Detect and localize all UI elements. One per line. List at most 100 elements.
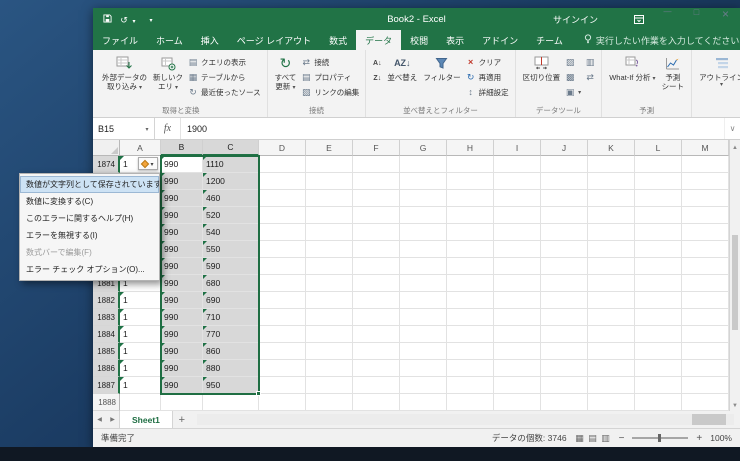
quick-access-caret-icon[interactable] xyxy=(146,15,156,24)
close-button[interactable] xyxy=(711,8,740,30)
formula-input[interactable]: 1900 xyxy=(181,118,724,139)
column-header-e[interactable]: E xyxy=(306,140,353,156)
recent-sources-button[interactable]: 最近使ったソース xyxy=(186,85,263,100)
name-box[interactable]: B15 xyxy=(93,118,155,139)
menu-item-convert-to-number[interactable]: 数値に変換する(C) xyxy=(20,193,159,210)
empty-cells[interactable] xyxy=(259,360,740,377)
empty-cells[interactable] xyxy=(259,241,740,258)
cell-c1884[interactable]: 770 xyxy=(203,326,259,343)
zoom-in-icon[interactable]: + xyxy=(696,433,702,444)
empty-cells[interactable] xyxy=(259,377,740,394)
advanced-button[interactable]: 詳細設定 xyxy=(464,85,511,100)
cell-c1877[interactable]: 520 xyxy=(203,207,259,224)
cell-c1886[interactable]: 880 xyxy=(203,360,259,377)
cell-a1884[interactable]: 1 xyxy=(120,326,161,343)
column-header-l[interactable]: L xyxy=(635,140,682,156)
cell-c1885[interactable]: 860 xyxy=(203,343,259,360)
empty-cells[interactable] xyxy=(259,224,740,241)
sheet-next-icon[interactable] xyxy=(106,411,119,428)
tab-page-layout[interactable]: ページ レイアウト xyxy=(228,30,320,50)
new-query-button[interactable]: 新しいク エリ ▾ xyxy=(150,52,186,94)
tab-formulas[interactable]: 数式 xyxy=(320,30,356,50)
name-box-caret-icon[interactable] xyxy=(144,124,154,133)
from-table-button[interactable]: テーブルから xyxy=(186,70,263,85)
cell-c1882[interactable]: 690 xyxy=(203,292,259,309)
empty-cells[interactable] xyxy=(259,292,740,309)
tab-review[interactable]: 校閲 xyxy=(401,30,437,50)
zoom-slider[interactable] xyxy=(632,437,688,439)
column-header-c[interactable]: C xyxy=(203,140,259,156)
cell-c1883[interactable]: 710 xyxy=(203,309,259,326)
forecast-sheet-button[interactable]: 予測 シート xyxy=(659,52,688,93)
menu-item-help-on-error[interactable]: このエラーに関するヘルプ(H) xyxy=(20,210,159,227)
empty-cells[interactable] xyxy=(259,275,740,292)
cell-b1877[interactable]: 990 xyxy=(161,207,203,224)
cell-b1882[interactable]: 990 xyxy=(161,292,203,309)
empty-cells[interactable] xyxy=(259,326,740,343)
row-header[interactable]: 1888 xyxy=(93,394,120,411)
edit-links-button[interactable]: リンクの編集 xyxy=(299,85,361,100)
signin-link[interactable]: サインイン xyxy=(553,13,598,26)
row-header[interactable]: 1874 xyxy=(93,156,120,173)
cell-c1879[interactable]: 550 xyxy=(203,241,259,258)
cell-b1874[interactable]: 990 xyxy=(161,156,203,173)
empty-cells[interactable] xyxy=(259,190,740,207)
view-normal-icon[interactable] xyxy=(575,434,585,443)
cell-a1887[interactable]: 1 xyxy=(120,377,161,394)
maximize-button[interactable] xyxy=(682,8,711,30)
cell-c1876[interactable]: 460 xyxy=(203,190,259,207)
column-header-f[interactable]: F xyxy=(353,140,400,156)
undo-icon[interactable] xyxy=(119,10,139,28)
remove-duplicates-button[interactable] xyxy=(563,70,583,85)
windows-taskbar[interactable] xyxy=(0,447,740,461)
menu-item-error-description[interactable]: 数値が文字列として保存されています xyxy=(20,176,159,193)
cell-c1888[interactable] xyxy=(203,394,259,411)
show-queries-button[interactable]: クエリの表示 xyxy=(186,55,263,70)
cell-b1880[interactable]: 990 xyxy=(161,258,203,275)
column-header-k[interactable]: K xyxy=(588,140,635,156)
sheet-tab-sheet1[interactable]: Sheet1 xyxy=(119,411,173,428)
consolidate-button[interactable] xyxy=(583,55,597,70)
relationships-button[interactable] xyxy=(583,70,597,85)
error-checking-button[interactable] xyxy=(138,157,158,170)
tab-insert[interactable]: 挿入 xyxy=(192,30,228,50)
zoom-out-icon[interactable]: − xyxy=(619,433,625,444)
ribbon-display-options-icon[interactable] xyxy=(624,8,653,30)
column-header-g[interactable]: G xyxy=(400,140,447,156)
text-to-columns-button[interactable]: 区切り位置 xyxy=(520,52,564,84)
cell-b1885[interactable]: 990 xyxy=(161,343,203,360)
properties-button[interactable]: プロパティ xyxy=(299,70,361,85)
cell-b1879[interactable]: 990 xyxy=(161,241,203,258)
insert-function-button[interactable]: fx xyxy=(155,118,181,139)
empty-cells[interactable] xyxy=(259,156,740,173)
cell-c1874[interactable]: 1110 xyxy=(203,156,259,173)
what-if-analysis-button[interactable]: What-If 分析 ▾ xyxy=(606,52,658,85)
tell-me-box[interactable]: 実行したい作業を入力してください xyxy=(584,30,739,50)
add-sheet-button[interactable]: + xyxy=(173,411,191,428)
cell-b1883[interactable]: 990 xyxy=(161,309,203,326)
menu-item-error-checking-options[interactable]: エラー チェック オプション(O)... xyxy=(20,261,159,278)
sort-ascending-button[interactable] xyxy=(370,55,384,70)
row-header[interactable]: 1886 xyxy=(93,360,120,377)
connections-button[interactable]: 接続 xyxy=(299,55,361,70)
sort-button[interactable]: 並べ替え xyxy=(384,52,420,84)
cell-a1888[interactable] xyxy=(120,394,161,411)
save-icon[interactable] xyxy=(103,10,112,28)
get-external-data-button[interactable]: 外部データの 取り込み ▾ xyxy=(99,52,150,94)
filter-button[interactable]: フィルター xyxy=(420,52,463,84)
flash-fill-button[interactable] xyxy=(563,55,583,70)
column-header-h[interactable]: H xyxy=(447,140,494,156)
cell-b1887[interactable]: 990 xyxy=(161,377,203,394)
select-all-corner[interactable] xyxy=(93,140,120,156)
cell-c1881[interactable]: 680 xyxy=(203,275,259,292)
vertical-scrollbar-thumb[interactable] xyxy=(732,235,738,330)
tab-team[interactable]: チーム xyxy=(527,30,572,50)
cell-a1882[interactable]: 1 xyxy=(120,292,161,309)
refresh-all-button[interactable]: すべて 更新 ▾ xyxy=(272,52,300,94)
empty-cells[interactable] xyxy=(259,343,740,360)
cell-c1878[interactable]: 540 xyxy=(203,224,259,241)
column-header-d[interactable]: D xyxy=(259,140,306,156)
vertical-scrollbar[interactable] xyxy=(729,140,740,411)
zoom-slider-thumb[interactable] xyxy=(658,434,661,442)
reapply-button[interactable]: 再適用 xyxy=(464,70,511,85)
